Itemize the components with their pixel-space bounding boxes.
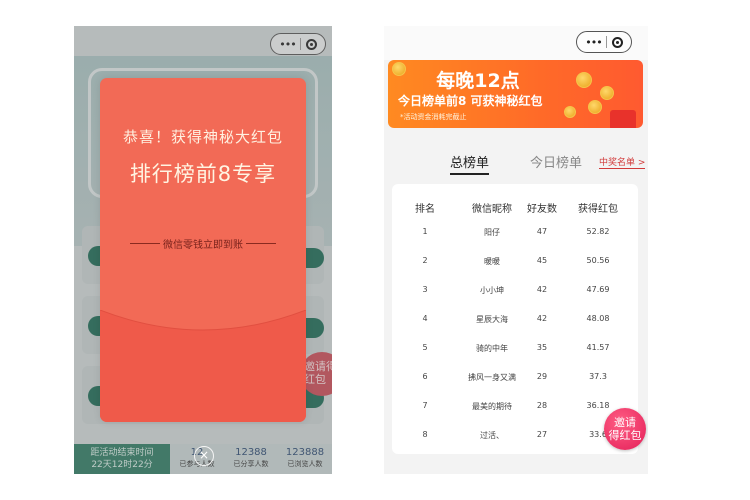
capsule-divider [606, 36, 608, 48]
popup-subtitle: 排行榜前8专享 [129, 162, 277, 186]
header-friends: 好友数 [527, 204, 557, 215]
cell-reward: 52.82 [586, 227, 610, 236]
popup-tip: 微信零钱立即到账 [163, 240, 243, 251]
more-icon[interactable]: ••• [585, 36, 602, 49]
header-rank: 排名 [415, 204, 435, 215]
invite-line1: 邀请 [614, 416, 636, 429]
invite-line2: 得红包 [608, 429, 642, 442]
coin-icon [588, 100, 602, 114]
cell-reward: 50.56 [586, 256, 610, 265]
cell-friends: 29 [536, 372, 548, 381]
tab-today-ranking[interactable]: 今日榜单 [530, 152, 582, 171]
cell-reward: 48.08 [586, 314, 610, 323]
chevron-right-icon: > [637, 158, 646, 168]
table-row: 2 暖暖 45 50.56 [392, 256, 638, 276]
right-phone-screen: ••• 每晚12点 今日榜单前8 可获神秘红包 *活动资金消耗完截止 总榜单 今… [384, 26, 648, 474]
cell-nickname: 星辰大海 [476, 315, 508, 324]
left-phone-screen: ••• 邀请得红包 距活动结束时间 22天12时22分 12 已参与人数 123… [74, 26, 332, 474]
close-icon[interactable]: × [194, 446, 214, 466]
cell-rank: 3 [422, 285, 428, 294]
coin-icon [392, 62, 406, 76]
header-nickname: 微信昵称 [472, 204, 512, 215]
table-row: 3 小小坤 42 47.69 [392, 285, 638, 305]
cell-nickname: 拂风一身又满 [468, 373, 516, 382]
cell-rank: 4 [422, 314, 428, 323]
table-row: 8 过活、 27 33.6 [392, 430, 638, 450]
promo-banner[interactable]: 每晚12点 今日榜单前8 可获神秘红包 *活动资金消耗完截止 [388, 60, 643, 128]
miniprogram-capsule: ••• [576, 31, 632, 53]
cell-friends: 35 [536, 343, 548, 352]
cell-nickname: 小小坤 [480, 286, 504, 295]
table-row: 4 星辰大海 42 48.08 [392, 314, 638, 334]
ranking-table: 排名 微信昵称 好友数 获得红包 1 阳仔 47 52.82 2 暖暖 45 5… [392, 184, 638, 454]
cell-friends: 42 [536, 285, 548, 294]
cell-reward: 41.57 [586, 343, 610, 352]
cell-rank: 6 [422, 372, 428, 381]
cell-friends: 45 [536, 256, 548, 265]
table-row: 1 阳仔 47 52.82 [392, 227, 638, 247]
coin-icon [600, 86, 614, 100]
coin-icon [576, 72, 592, 88]
cell-nickname: 最美的期待 [472, 402, 512, 411]
cell-rank: 5 [422, 343, 428, 352]
cell-nickname: 暖暖 [484, 257, 500, 266]
banner-title: 每晚12点 [436, 70, 520, 92]
envelope-flap [100, 310, 306, 422]
tab-total-ranking[interactable]: 总榜单 [450, 152, 490, 175]
table-row: 7 最美的期待 28 36.18 [392, 401, 638, 421]
cell-nickname: 过活、 [480, 431, 504, 440]
cell-nickname: 阳仔 [484, 228, 500, 237]
cell-rank: 2 [422, 256, 428, 265]
cell-friends: 27 [536, 430, 548, 439]
winners-list-link[interactable]: 中奖名单 > [599, 155, 646, 169]
ranking-tabs: 总榜单 今日榜单 中奖名单 > [384, 146, 648, 175]
cell-rank: 8 [422, 430, 428, 439]
table-header: 排名 微信昵称 好友数 获得红包 [392, 200, 638, 220]
cell-rank: 7 [422, 401, 428, 410]
banner-subtitle: 今日榜单前8 可获神秘红包 [398, 94, 543, 108]
cell-friends: 42 [536, 314, 548, 323]
cell-reward: 37.3 [589, 372, 607, 381]
popup-title: 恭喜！获得神秘大红包 [122, 128, 283, 146]
table-row: 6 拂风一身又满 29 37.3 [392, 372, 638, 392]
table-row: 5 骑的中年 35 41.57 [392, 343, 638, 363]
cell-friends: 28 [536, 401, 548, 410]
cell-rank: 1 [422, 227, 428, 236]
red-packet-popup: 恭喜！获得神秘大红包 排行榜前8专享 微信零钱立即到账 [100, 78, 306, 422]
winners-link-label: 中奖名单 [599, 158, 636, 168]
cell-reward: 47.69 [586, 285, 610, 294]
banner-note: *活动资金消耗完截止 [400, 113, 467, 121]
header-reward: 获得红包 [578, 204, 618, 215]
red-envelope-icon [610, 110, 636, 128]
invite-friends-button[interactable]: 邀请 得红包 [604, 408, 646, 450]
cell-nickname: 骑的中年 [476, 344, 508, 353]
cell-friends: 47 [536, 227, 548, 236]
coin-icon [564, 106, 576, 118]
close-miniprogram-icon[interactable] [611, 36, 623, 48]
